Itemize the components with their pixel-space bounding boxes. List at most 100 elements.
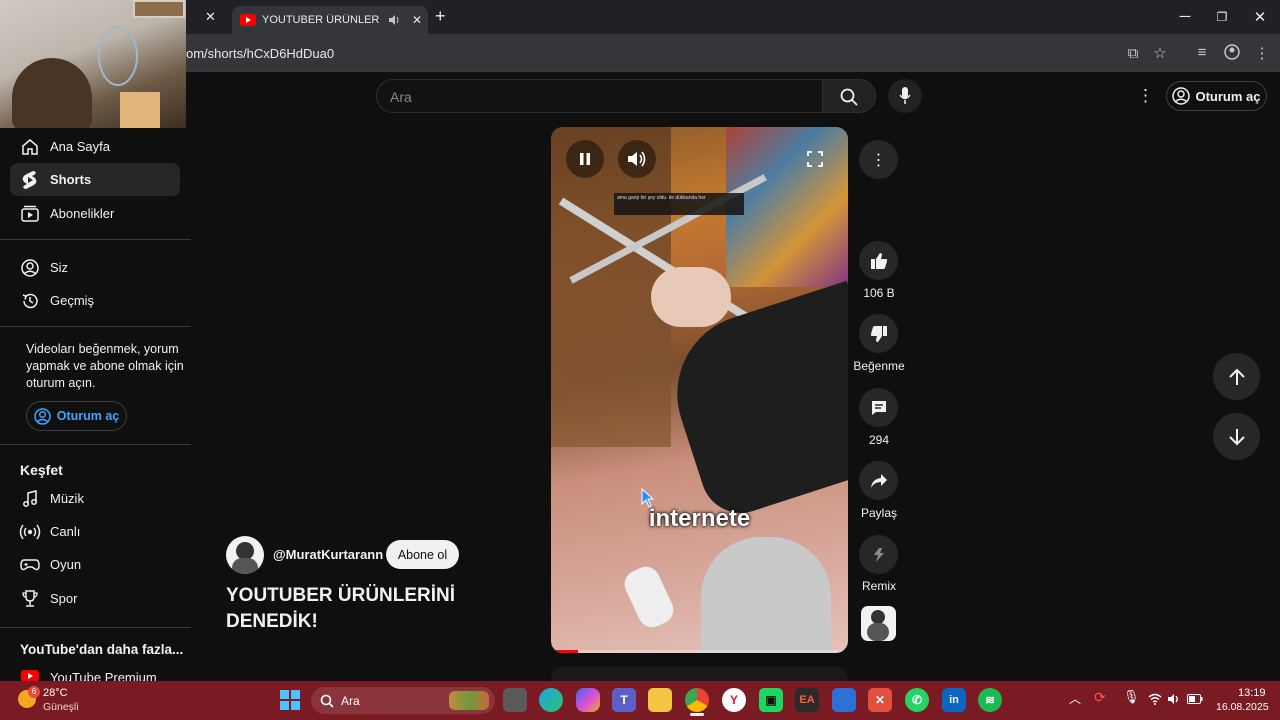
- shorts-video-player[interactable]: ama garip bir şey oldu. ile dükkanda her…: [551, 127, 848, 653]
- ea-app-icon[interactable]: EA: [795, 688, 819, 712]
- pause-button[interactable]: [566, 140, 604, 178]
- remix-button[interactable]: [859, 535, 898, 574]
- channel-name[interactable]: @MuratKurtarann: [273, 547, 383, 562]
- edge-icon[interactable]: [539, 688, 563, 712]
- sidebar-signin-button[interactable]: Oturum aç: [26, 401, 127, 431]
- new-tab-button[interactable]: +: [435, 6, 446, 27]
- signin-prompt: Videoları beğenmek, yorum yapmak ve abon…: [26, 342, 184, 390]
- search-box[interactable]: Ara: [376, 79, 823, 113]
- clock-date[interactable]: 16.08.2025: [1216, 701, 1269, 713]
- settings-more-icon[interactable]: ⋮: [1137, 86, 1154, 106]
- window-close-icon[interactable]: ✕: [1245, 8, 1275, 26]
- audio-playing-icon[interactable]: [388, 14, 400, 26]
- sidebar-item-label: Siz: [50, 260, 69, 275]
- sidebar-item-gaming[interactable]: Oyun: [10, 548, 180, 581]
- linkedin-icon[interactable]: in: [942, 688, 966, 712]
- subscriptions-icon: [21, 205, 39, 222]
- sidebar-item-history[interactable]: Geçmiş: [10, 284, 180, 317]
- sidebar-item-music[interactable]: Müzik: [10, 482, 180, 515]
- whatsapp-icon[interactable]: ✆: [905, 688, 929, 712]
- fullscreen-button[interactable]: [796, 140, 834, 178]
- taskbar-search[interactable]: Ara: [311, 687, 495, 714]
- chrome-icon[interactable]: [685, 688, 709, 712]
- battery-icon[interactable]: [1187, 694, 1203, 704]
- sidebar-divider: [0, 326, 191, 327]
- youtube-favicon-icon: [240, 14, 256, 26]
- yandex-icon[interactable]: Y: [722, 688, 746, 712]
- dislike-button[interactable]: [859, 314, 898, 353]
- tray-chevron-icon[interactable]: ︿: [1069, 690, 1081, 707]
- comment-icon: [871, 400, 886, 415]
- history-icon: [22, 293, 38, 308]
- subscribe-button[interactable]: Abone ol: [386, 540, 459, 569]
- search-button[interactable]: [822, 79, 876, 113]
- teams-icon[interactable]: T: [612, 688, 636, 712]
- windows-start-icon[interactable]: [280, 690, 300, 710]
- thumbs-down-icon: [870, 325, 887, 342]
- video-title-line: DENEDİK!: [226, 611, 318, 632]
- clock-time[interactable]: 13:19: [1238, 687, 1266, 699]
- minimize-icon[interactable]: ─: [1170, 8, 1200, 25]
- voice-search-button[interactable]: [888, 79, 922, 113]
- profile-icon[interactable]: [1224, 44, 1240, 60]
- task-view-icon[interactable]: [503, 688, 527, 712]
- sidebar-item-label: Spor: [50, 591, 78, 606]
- youtube-premium-icon: [21, 670, 39, 681]
- next-short-preview[interactable]: [551, 667, 848, 681]
- more-vertical-icon: ⋮: [870, 151, 887, 169]
- like-button[interactable]: [859, 241, 898, 280]
- restore-icon[interactable]: ❐: [1207, 10, 1237, 24]
- sidebar-item-subscriptions[interactable]: Abonelikler: [10, 197, 180, 230]
- desktop-app-icon[interactable]: [832, 688, 856, 712]
- pause-icon: [580, 153, 590, 165]
- browser-tab-strip: ✕ YOUTUBER ÜRÜNLERİNİ DE ✕ + ─ ❐ ✕: [0, 0, 1280, 34]
- tray-microphone-icon[interactable]: 🎙: [1123, 689, 1140, 705]
- sidebar-item-shorts[interactable]: Shorts: [10, 163, 180, 196]
- comments-button[interactable]: [859, 388, 898, 427]
- sidebar-item-live[interactable]: Canlı: [10, 515, 180, 548]
- previous-short-button[interactable]: [1213, 353, 1260, 400]
- next-short-button[interactable]: [1213, 413, 1260, 460]
- taskbar-search-label: Ara: [341, 694, 360, 708]
- search-highlight-icon: [449, 691, 489, 710]
- signin-button[interactable]: Oturum aç: [1166, 81, 1267, 111]
- tab-close-icon[interactable]: ✕: [412, 13, 422, 27]
- install-app-icon[interactable]: ⧉: [1122, 45, 1144, 62]
- close-app-icon[interactable]: ✕: [868, 688, 892, 712]
- sync-icon[interactable]: ⟳: [1094, 689, 1106, 706]
- media-controls-icon[interactable]: ≡: [1191, 44, 1213, 61]
- search-input[interactable]: Ara: [390, 89, 412, 105]
- picture-frame: [133, 0, 185, 18]
- search-icon: [840, 88, 858, 106]
- browser-menu-icon[interactable]: ⋮: [1251, 44, 1273, 62]
- music-icon: [23, 489, 37, 507]
- arrow-up-icon: [1228, 368, 1245, 385]
- sidebar-item-sports[interactable]: Spor: [10, 582, 180, 615]
- sidebar-item-home[interactable]: Ana Sayfa: [10, 130, 180, 163]
- speaker-icon[interactable]: [1167, 693, 1181, 705]
- account-icon: [1172, 87, 1191, 105]
- sidebar-item-premium[interactable]: YouTube Premium: [10, 666, 180, 681]
- spotify-icon[interactable]: ≋: [978, 688, 1002, 712]
- bookmark-star-icon[interactable]: ☆: [1149, 44, 1171, 62]
- android-app-icon[interactable]: ▣: [759, 688, 783, 712]
- copilot-icon[interactable]: [576, 688, 600, 712]
- account-icon: [33, 407, 51, 425]
- thumbs-up-icon: [870, 252, 887, 269]
- sidebar-item-you[interactable]: Siz: [10, 251, 180, 284]
- more-actions-button[interactable]: ⋮: [859, 140, 898, 179]
- url-field[interactable]: om/shorts/hCxD6HdDua0: [186, 46, 334, 61]
- tab-active[interactable]: YOUTUBER ÜRÜNLERİNİ DE ✕: [232, 6, 428, 34]
- hand: [651, 267, 731, 327]
- share-button[interactable]: [859, 461, 898, 500]
- weather-temp[interactable]: 28°C: [43, 687, 68, 699]
- video-title-line: YOUTUBER ÜRÜNLERİNİ: [226, 585, 456, 606]
- windows-taskbar: [0, 681, 1280, 720]
- volume-button[interactable]: [618, 140, 656, 178]
- tab-close-icon[interactable]: ✕: [205, 9, 216, 25]
- progress-track[interactable]: [551, 650, 848, 653]
- wifi-icon[interactable]: [1148, 693, 1162, 705]
- channel-avatar[interactable]: [226, 536, 264, 574]
- file-explorer-icon[interactable]: [648, 688, 672, 712]
- sound-thumbnail[interactable]: [861, 606, 896, 641]
